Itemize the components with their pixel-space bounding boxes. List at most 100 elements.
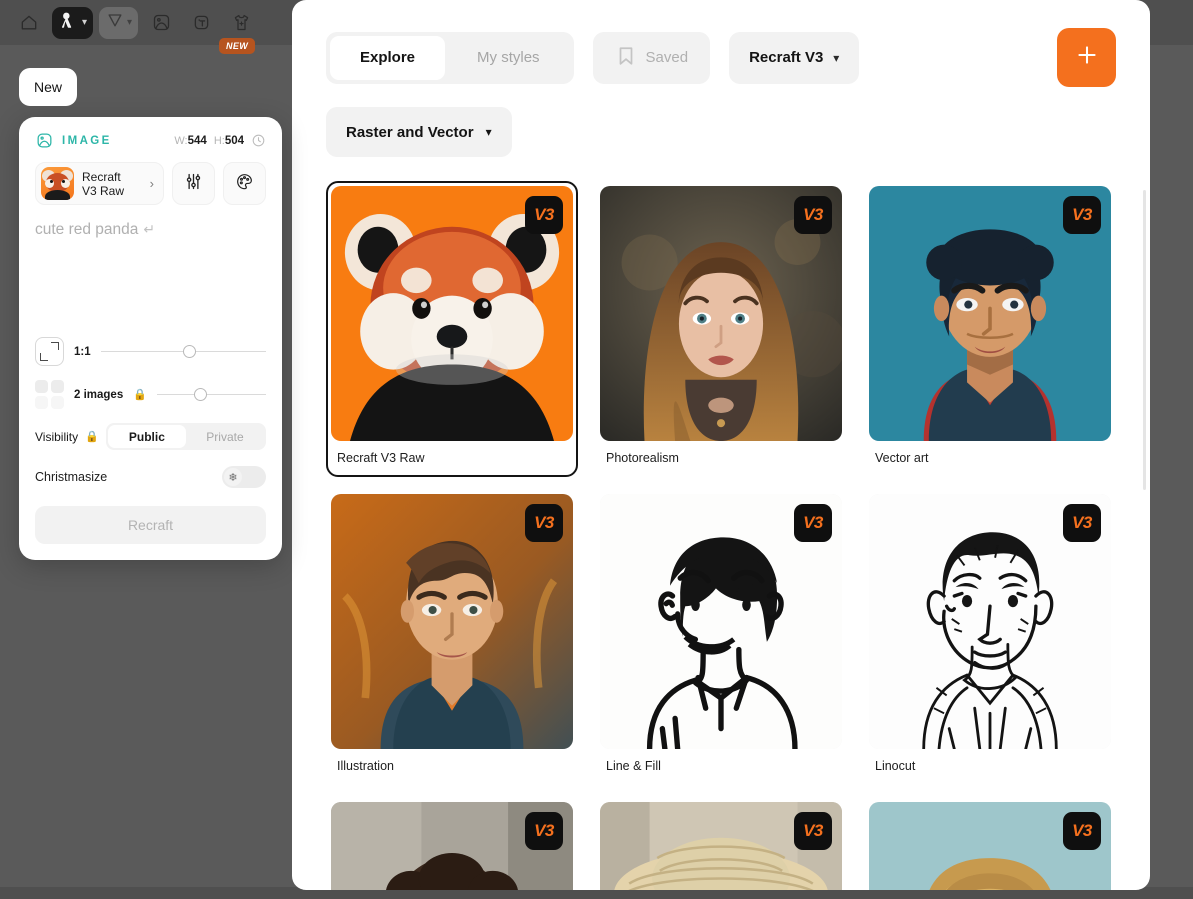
version-badge: V3: [794, 196, 832, 234]
style-thumbnail: V3: [869, 186, 1111, 441]
model-version-label: Recraft V3: [749, 49, 824, 66]
version-badge: V3: [525, 812, 563, 850]
style-card-vector-art[interactable]: V3 Vector art: [864, 181, 1116, 477]
tab-explore[interactable]: Explore: [330, 35, 446, 80]
visibility-option-private[interactable]: Private: [186, 425, 264, 448]
grid-icon[interactable]: [35, 380, 64, 409]
tab-my-styles[interactable]: My styles: [447, 36, 570, 80]
chevron-down-icon[interactable]: ▾: [82, 17, 87, 28]
height-value: H:504: [213, 134, 244, 147]
tshirt-icon: [231, 12, 252, 33]
panel-title: IMAGE: [62, 134, 112, 147]
lock-icon: 🔒: [133, 389, 147, 401]
generate-tool-button[interactable]: ▾: [52, 6, 94, 39]
chevron-down-icon[interactable]: ▾: [127, 17, 132, 28]
styles-row: V3 V3 V3: [326, 797, 1116, 890]
home-button[interactable]: [12, 8, 46, 38]
image-icon: [35, 131, 54, 150]
model-name-line1: Recraft: [82, 169, 121, 184]
saved-label: Saved: [645, 49, 689, 66]
figure-icon: [58, 9, 80, 36]
style-card-photorealism[interactable]: V3 Photorealism: [595, 181, 847, 477]
plus-icon: [1074, 42, 1100, 73]
styles-row: V3 Illustration V3 Line & Fill V3 Linocu…: [326, 489, 1116, 785]
style-thumbnail: V3: [331, 186, 573, 441]
style-caption: Photorealism: [606, 451, 679, 465]
style-thumbnail: V3: [600, 802, 842, 890]
styles-row: V3 Recraft V3 Raw V3 Photorealism V3 Vec…: [326, 181, 1116, 477]
christmasize-row: Christmasize ❄: [35, 466, 266, 488]
style-caption: Line & Fill: [606, 759, 661, 773]
image-count-slider[interactable]: [156, 387, 266, 403]
style-thumbnail: V3: [331, 802, 573, 890]
slider-track: [156, 394, 266, 395]
model-thumbnail: [41, 167, 74, 200]
christmasize-toggle[interactable]: ❄: [222, 466, 266, 488]
select-tool-button[interactable]: ▾: [99, 6, 139, 39]
slider-knob[interactable]: [183, 345, 197, 358]
prompt-input[interactable]: cute red panda ↵: [35, 219, 266, 337]
style-card-row3-2[interactable]: V3: [595, 797, 847, 890]
model-name-line2: V3 Raw: [82, 183, 125, 198]
recraft-submit-button[interactable]: Recraft: [35, 506, 266, 544]
style-thumbnail: V3: [600, 494, 842, 749]
styles-grid: V3 Recraft V3 Raw V3 Photorealism V3 Vec…: [292, 157, 1150, 890]
top-toolbar: ▾ ▾: [0, 0, 258, 45]
drawer-tabs: Explore My styles: [326, 31, 574, 84]
model-selector[interactable]: Recraft V3 Raw ›: [35, 162, 164, 205]
palette-icon: [234, 171, 255, 197]
version-badge: V3: [794, 504, 832, 542]
raster-vector-filter[interactable]: Raster and Vector ▾: [326, 107, 512, 157]
styles-drawer: Explore My styles Saved Recraft V3 ▾ Ras…: [292, 0, 1150, 890]
snowflake-icon: ❄: [224, 468, 242, 486]
clock-icon[interactable]: [251, 133, 266, 148]
filter-label: Raster and Vector: [346, 123, 474, 141]
style-card-illustration[interactable]: V3 Illustration: [326, 489, 578, 785]
style-card-row3-3[interactable]: V3: [864, 797, 1116, 890]
image-count-label: 2 images: [74, 388, 124, 401]
home-icon: [19, 13, 39, 33]
enter-hint-icon: ↵: [143, 221, 156, 237]
style-card-row3-1[interactable]: V3: [326, 797, 578, 890]
image-tool-button[interactable]: [144, 8, 178, 38]
crop-icon[interactable]: [35, 337, 64, 366]
saved-button[interactable]: Saved: [592, 31, 711, 84]
style-caption: Illustration: [337, 759, 394, 773]
drawer-header: Explore My styles Saved Recraft V3 ▾ Ras…: [292, 0, 1150, 157]
text-tool-button[interactable]: [184, 8, 218, 38]
image-icon: [151, 12, 172, 33]
mockup-tool-button[interactable]: [224, 8, 258, 38]
visibility-segmented-control: Public Private: [105, 423, 266, 450]
model-row: Recraft V3 Raw ›: [35, 162, 266, 205]
style-caption: Vector art: [875, 451, 929, 465]
app-root: ▾ ▾ NEW New IMAGE W:544 H:504 Recraft V3…: [0, 0, 1193, 899]
version-badge: V3: [1063, 812, 1101, 850]
width-value: W:544: [174, 134, 207, 147]
style-thumbnail: V3: [869, 494, 1111, 749]
cursor-icon: [105, 10, 125, 35]
style-card-recraft-v3-raw[interactable]: V3 Recraft V3 Raw: [326, 181, 578, 477]
aspect-ratio-label: 1:1: [74, 345, 91, 358]
image-count-row: 2 images 🔒: [35, 380, 266, 409]
drawer-scrollbar[interactable]: [1143, 190, 1146, 490]
style-card-linocut[interactable]: V3 Linocut: [864, 489, 1116, 785]
visibility-label: Visibility: [35, 429, 79, 444]
style-thumbnail: V3: [600, 186, 842, 441]
slider-knob[interactable]: [194, 388, 208, 401]
drawer-header-row: Explore My styles Saved Recraft V3 ▾: [326, 28, 1116, 87]
drawer-filter-row: Raster and Vector ▾: [326, 107, 1116, 157]
visibility-option-public[interactable]: Public: [107, 425, 186, 448]
lock-icon: 🔒: [85, 431, 99, 443]
style-card-line-and-fill[interactable]: V3 Line & Fill: [595, 489, 847, 785]
aspect-ratio-slider[interactable]: [100, 344, 266, 360]
settings-button[interactable]: [172, 162, 215, 205]
generation-panel: IMAGE W:544 H:504 Recraft V3 Raw › cute …: [19, 117, 282, 560]
new-tooltip: New: [19, 68, 77, 106]
add-style-button[interactable]: [1057, 28, 1116, 87]
model-version-select[interactable]: Recraft V3 ▾: [729, 31, 860, 84]
version-badge: V3: [1063, 196, 1101, 234]
panel-header: IMAGE W:544 H:504: [35, 131, 266, 150]
version-badge: V3: [525, 196, 563, 234]
new-badge: NEW: [219, 38, 256, 54]
palette-button[interactable]: [223, 162, 266, 205]
